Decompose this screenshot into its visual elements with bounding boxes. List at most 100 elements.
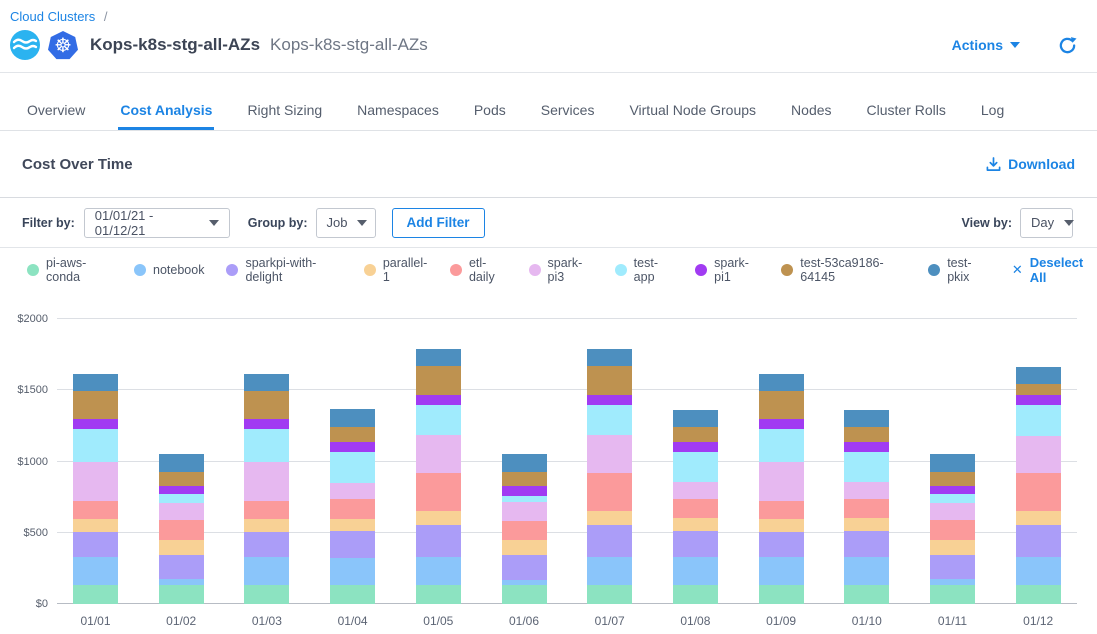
bar-segment-sparkpi-with-delight[interactable] bbox=[673, 531, 718, 557]
tab-virtual-node-groups[interactable]: Virtual Node Groups bbox=[627, 94, 758, 130]
bar-segment-parallel-1[interactable] bbox=[844, 518, 889, 531]
group-by-select[interactable]: Job bbox=[316, 208, 376, 238]
bar-segment-spark-pi3[interactable] bbox=[930, 503, 975, 520]
view-by-select[interactable]: Day bbox=[1020, 208, 1073, 238]
bar-segment-test-pkix[interactable] bbox=[73, 374, 118, 391]
bar-segment-test-app[interactable] bbox=[159, 494, 204, 503]
bar-segment-etl-daily[interactable] bbox=[1016, 473, 1061, 511]
bar-segment-sparkpi-with-delight[interactable] bbox=[587, 525, 632, 557]
bar-segment-etl-daily[interactable] bbox=[416, 473, 461, 511]
bar-segment-notebook[interactable] bbox=[159, 579, 204, 585]
tab-cost-analysis[interactable]: Cost Analysis bbox=[118, 94, 214, 130]
bar-segment-pi-aws-conda[interactable] bbox=[502, 585, 547, 604]
bar-segment-etl-daily[interactable] bbox=[673, 499, 718, 518]
bar-segment-spark-pi3[interactable] bbox=[244, 462, 289, 500]
tab-right-sizing[interactable]: Right Sizing bbox=[245, 94, 324, 130]
legend-item-etl-daily[interactable]: etl-daily bbox=[450, 256, 507, 284]
bar-segment-parallel-1[interactable] bbox=[159, 540, 204, 555]
bar-segment-test-app[interactable] bbox=[759, 429, 804, 462]
bar-segment-sparkpi-with-delight[interactable] bbox=[1016, 525, 1061, 557]
bar-segment-etl-daily[interactable] bbox=[502, 521, 547, 540]
bar-segment-test-app[interactable] bbox=[844, 452, 889, 483]
bar-segment-test-app[interactable] bbox=[930, 494, 975, 503]
legend-item-notebook[interactable]: notebook bbox=[134, 263, 204, 277]
bar-segment-test-pkix[interactable] bbox=[759, 374, 804, 391]
bar-segment-test-53ca9186-64145[interactable] bbox=[587, 366, 632, 395]
bar-segment-pi-aws-conda[interactable] bbox=[73, 585, 118, 604]
bar-segment-parallel-1[interactable] bbox=[416, 511, 461, 525]
legend-item-parallel-1[interactable]: parallel-1 bbox=[364, 256, 428, 284]
bar-segment-test-app[interactable] bbox=[502, 496, 547, 502]
bar-segment-test-pkix[interactable] bbox=[844, 410, 889, 428]
bar-segment-parallel-1[interactable] bbox=[330, 519, 375, 532]
bar-segment-notebook[interactable] bbox=[759, 557, 804, 586]
bar-segment-test-53ca9186-64145[interactable] bbox=[244, 391, 289, 419]
add-filter-button[interactable]: Add Filter bbox=[392, 208, 485, 238]
bar-segment-spark-pi1[interactable] bbox=[759, 419, 804, 429]
bar-segment-test-53ca9186-64145[interactable] bbox=[673, 427, 718, 441]
legend-item-spark-pi1[interactable]: spark-pi1 bbox=[695, 256, 759, 284]
bar-segment-sparkpi-with-delight[interactable] bbox=[930, 555, 975, 579]
bar-segment-pi-aws-conda[interactable] bbox=[159, 585, 204, 604]
bar-segment-parallel-1[interactable] bbox=[502, 540, 547, 555]
tab-nodes[interactable]: Nodes bbox=[789, 94, 833, 130]
bar-segment-test-pkix[interactable] bbox=[244, 374, 289, 391]
actions-button[interactable]: Actions bbox=[952, 37, 1020, 53]
bar-segment-notebook[interactable] bbox=[244, 557, 289, 586]
bar-segment-spark-pi3[interactable] bbox=[844, 482, 889, 499]
bar-segment-notebook[interactable] bbox=[1016, 557, 1061, 585]
bar-segment-test-app[interactable] bbox=[416, 405, 461, 436]
bar-segment-test-pkix[interactable] bbox=[930, 454, 975, 472]
bar-segment-notebook[interactable] bbox=[930, 579, 975, 585]
bar-segment-notebook[interactable] bbox=[73, 557, 118, 586]
bar-segment-spark-pi3[interactable] bbox=[73, 462, 118, 500]
bar-segment-spark-pi3[interactable] bbox=[159, 503, 204, 520]
tab-cluster-rolls[interactable]: Cluster Rolls bbox=[865, 94, 948, 130]
bar-segment-parallel-1[interactable] bbox=[244, 519, 289, 532]
bar-segment-sparkpi-with-delight[interactable] bbox=[244, 532, 289, 557]
bar-segment-notebook[interactable] bbox=[673, 557, 718, 585]
bar-segment-etl-daily[interactable] bbox=[73, 501, 118, 520]
bar-segment-sparkpi-with-delight[interactable] bbox=[416, 525, 461, 557]
bar-segment-test-53ca9186-64145[interactable] bbox=[930, 472, 975, 486]
bar-segment-test-app[interactable] bbox=[330, 452, 375, 483]
bar-segment-parallel-1[interactable] bbox=[673, 518, 718, 531]
bar-segment-etl-daily[interactable] bbox=[244, 501, 289, 520]
bar-segment-spark-pi1[interactable] bbox=[587, 395, 632, 405]
bar-segment-test-53ca9186-64145[interactable] bbox=[416, 366, 461, 395]
bar-segment-spark-pi1[interactable] bbox=[159, 486, 204, 495]
bar-segment-pi-aws-conda[interactable] bbox=[244, 585, 289, 604]
bar-segment-spark-pi1[interactable] bbox=[673, 442, 718, 452]
bar-segment-sparkpi-with-delight[interactable] bbox=[159, 555, 204, 579]
bar-segment-sparkpi-with-delight[interactable] bbox=[330, 531, 375, 557]
bar-segment-spark-pi3[interactable] bbox=[587, 435, 632, 473]
bar-segment-spark-pi1[interactable] bbox=[1016, 395, 1061, 404]
bar-segment-etl-daily[interactable] bbox=[587, 473, 632, 511]
bar-segment-sparkpi-with-delight[interactable] bbox=[73, 532, 118, 557]
bar-segment-spark-pi3[interactable] bbox=[673, 482, 718, 499]
bar-segment-spark-pi3[interactable] bbox=[330, 483, 375, 499]
bar-segment-pi-aws-conda[interactable] bbox=[759, 585, 804, 604]
bar-segment-test-app[interactable] bbox=[73, 429, 118, 462]
bar-segment-notebook[interactable] bbox=[502, 580, 547, 586]
bar-segment-notebook[interactable] bbox=[330, 558, 375, 585]
bar-segment-parallel-1[interactable] bbox=[930, 540, 975, 555]
bar-segment-test-pkix[interactable] bbox=[159, 454, 204, 472]
legend-item-test-pkix[interactable]: test-pkix bbox=[928, 256, 988, 284]
bar-segment-spark-pi3[interactable] bbox=[502, 502, 547, 521]
bar-segment-etl-daily[interactable] bbox=[330, 499, 375, 519]
bar-segment-test-53ca9186-64145[interactable] bbox=[759, 391, 804, 419]
bar-segment-spark-pi1[interactable] bbox=[416, 395, 461, 405]
bar-segment-test-pkix[interactable] bbox=[502, 454, 547, 472]
bar-segment-spark-pi1[interactable] bbox=[73, 419, 118, 429]
bar-segment-test-53ca9186-64145[interactable] bbox=[159, 472, 204, 486]
date-range-select[interactable]: 01/01/21 - 01/12/21 bbox=[84, 208, 230, 238]
bar-segment-notebook[interactable] bbox=[844, 557, 889, 585]
bar-segment-parallel-1[interactable] bbox=[73, 519, 118, 532]
bar-segment-pi-aws-conda[interactable] bbox=[844, 585, 889, 604]
tab-log[interactable]: Log bbox=[979, 94, 1006, 130]
bar-segment-notebook[interactable] bbox=[416, 557, 461, 586]
bar-segment-sparkpi-with-delight[interactable] bbox=[502, 555, 547, 580]
legend-item-spark-pi3[interactable]: spark-pi3 bbox=[529, 256, 593, 284]
bar-segment-pi-aws-conda[interactable] bbox=[587, 585, 632, 604]
